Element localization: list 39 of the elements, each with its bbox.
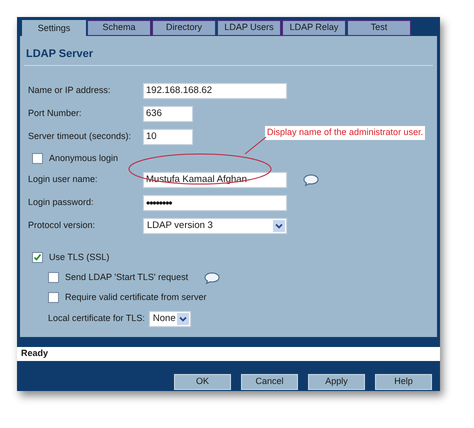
field-label: Server timeout (seconds):: [27, 130, 132, 144]
dialog-button[interactable]: Cancel: [241, 374, 298, 390]
checkbox[interactable]: [48, 292, 59, 303]
checkbox-label: Send LDAP 'Start TLS' request: [65, 270, 188, 284]
tab[interactable]: Schema: [87, 20, 151, 36]
checkbox[interactable]: [48, 272, 59, 283]
tab[interactable]: LDAP Relay: [282, 20, 346, 36]
tab[interactable]: Directory: [152, 20, 216, 36]
chevron-down-icon: [273, 220, 285, 232]
status-bar: Ready: [17, 347, 440, 361]
field-label: Local certificate for TLS:: [47, 312, 146, 326]
dialog-button[interactable]: OK: [174, 374, 231, 390]
tab[interactable]: LDAP Users: [217, 20, 281, 36]
dialog-button[interactable]: Help: [375, 374, 432, 390]
field-label: Port Number:: [27, 107, 83, 120]
callout-note: Display name of the administrator user.: [265, 126, 426, 140]
checkbox-label: Use TLS (SSL): [49, 250, 110, 264]
section-title: LDAP Server: [24, 46, 433, 66]
speech-bubble-icon[interactable]: [303, 174, 319, 186]
field-label: Login user name:: [27, 173, 99, 186]
tab[interactable]: Test: [347, 20, 411, 36]
field-label: Name or IP address:: [27, 84, 112, 98]
speech-bubble-icon[interactable]: [204, 272, 220, 284]
tab[interactable]: Settings: [22, 20, 86, 36]
password-field[interactable]: ••••••••: [143, 195, 287, 211]
checkbox[interactable]: [32, 252, 43, 263]
dialog-button[interactable]: Apply: [308, 374, 365, 390]
checkbox[interactable]: [32, 153, 43, 164]
field-label: Protocol version:: [27, 219, 96, 232]
dropdown[interactable]: None: [148, 311, 191, 327]
input-field[interactable]: 192.168.168.62: [143, 83, 287, 99]
field-label: Login password:: [27, 196, 95, 210]
input-field[interactable]: 636: [143, 106, 193, 122]
leader-line: [244, 136, 266, 154]
chevron-down-icon: [176, 313, 189, 325]
checkbox-label: Require valid certificate from server: [65, 290, 207, 304]
input-field[interactable]: 10: [143, 129, 193, 145]
checkbox-label: Anonymous login: [49, 152, 118, 165]
dropdown[interactable]: LDAP version 3: [143, 218, 287, 234]
